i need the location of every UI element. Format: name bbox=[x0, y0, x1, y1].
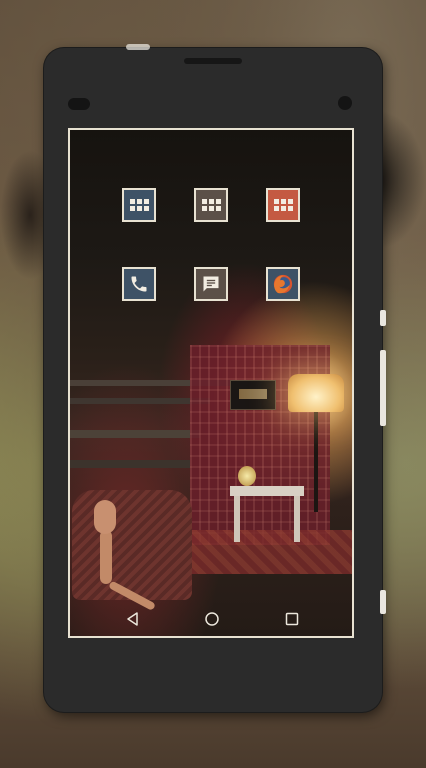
messaging-app-button[interactable] bbox=[194, 267, 228, 301]
browser-app-button[interactable] bbox=[266, 267, 300, 301]
phone-frame bbox=[44, 44, 386, 712]
home-icon[interactable] bbox=[204, 611, 220, 627]
back-icon[interactable] bbox=[125, 611, 141, 627]
top-button bbox=[126, 44, 150, 50]
side-button-top[interactable] bbox=[380, 310, 386, 326]
grid-icon bbox=[129, 199, 149, 211]
home-icon-grid bbox=[70, 130, 352, 636]
proximity-sensor bbox=[68, 98, 90, 110]
phone-app-button[interactable] bbox=[122, 267, 156, 301]
grid-icon bbox=[201, 199, 221, 211]
app-drawer-3-button[interactable] bbox=[266, 188, 300, 222]
phone-icon bbox=[131, 276, 147, 292]
navigation-bar bbox=[70, 602, 352, 636]
app-drawer-2-button[interactable] bbox=[194, 188, 228, 222]
message-icon bbox=[203, 276, 219, 292]
phone-screen bbox=[68, 128, 354, 638]
grid-icon bbox=[273, 199, 293, 211]
earpiece-speaker bbox=[184, 58, 242, 64]
volume-button[interactable] bbox=[380, 350, 386, 426]
firefox-icon bbox=[273, 274, 293, 294]
recents-icon[interactable] bbox=[284, 611, 300, 627]
app-drawer-1-button[interactable] bbox=[122, 188, 156, 222]
camera-button[interactable] bbox=[380, 590, 386, 614]
front-camera bbox=[338, 96, 352, 110]
